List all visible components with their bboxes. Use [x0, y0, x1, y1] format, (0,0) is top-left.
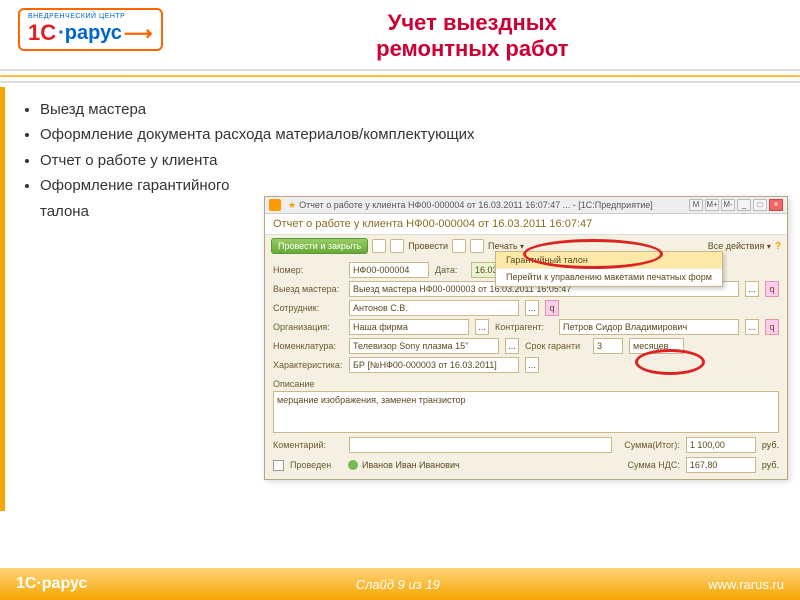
- label-warranty: Срок гаранти: [525, 341, 587, 351]
- window-titlebar: ★ Отчет о работе у клиента НФ00-000004 о…: [265, 197, 787, 214]
- window-title: Отчет о работе у клиента НФ00-000004 от …: [299, 200, 689, 210]
- help-icon[interactable]: ?: [775, 241, 781, 252]
- description-textarea[interactable]: мерцание изображения, заменен транзистор: [273, 391, 779, 433]
- label-trip: Выезд мастера:: [273, 284, 343, 294]
- vat-field: 167,80: [686, 457, 756, 473]
- app-icon: [269, 199, 281, 211]
- footer-logo: 1С·рарус: [16, 575, 87, 593]
- label-char: Характеристика:: [273, 360, 343, 370]
- slide-footer: 1С·рарус Слайд 9 из 19 www.rarus.ru: [0, 568, 800, 600]
- maximize-icon[interactable]: □: [753, 199, 767, 211]
- accent-bar: [0, 87, 5, 511]
- label-number: Номер:: [273, 265, 343, 275]
- nomen-field[interactable]: Телевизор Sony плазма 15'': [349, 338, 499, 354]
- tool-icon[interactable]: [452, 239, 466, 253]
- slide-number: Слайд 9 из 19: [87, 577, 708, 592]
- label-employee: Сотрудник:: [273, 303, 343, 313]
- tool-icon[interactable]: [470, 239, 484, 253]
- label-nomen: Номенклатура:: [273, 341, 343, 351]
- logo-1c: 1С: [28, 20, 56, 46]
- doc-icon[interactable]: [390, 239, 404, 253]
- sum-field: 1 100,00: [686, 437, 756, 453]
- label-comment: Коментарий:: [273, 440, 343, 450]
- currency-label: руб.: [762, 440, 779, 450]
- menu-item-templates[interactable]: Перейти к управлению макетами печатных ф…: [496, 269, 722, 286]
- toolbar: Провести и закрыть Провести Печать ▾ Все…: [265, 235, 787, 257]
- print-dropdown: Гарантийный талон Перейти к управлению м…: [495, 251, 723, 287]
- chevron-down-icon: ▾: [520, 242, 524, 251]
- logo-rarus: ·рарус: [58, 22, 122, 45]
- label-vat: Сумма НДС:: [618, 460, 680, 470]
- org-field[interactable]: Наша фирма: [349, 319, 469, 335]
- list-item: Отчет о работе у клиента: [40, 148, 475, 174]
- lookup-button[interactable]: ...: [745, 319, 759, 335]
- slide-header: ВНЕДРЕНЧЕСКИЙ ЦЕНТР 1С ·рарус ⟶ Учет вые…: [0, 0, 800, 63]
- window-btn[interactable]: M: [689, 199, 703, 211]
- contragent-field[interactable]: Петров Сидор Владимирович: [559, 319, 739, 335]
- label-date: Дата:: [435, 265, 465, 275]
- swoosh-icon: ⟶: [124, 21, 153, 46]
- slide-title: Учет выездных ремонтных работ: [163, 10, 782, 63]
- lookup-button[interactable]: ...: [525, 300, 539, 316]
- footer-url: www.rarus.ru: [708, 577, 784, 592]
- list-item: Оформление документа расхода материалов/…: [40, 122, 475, 148]
- conduct-button[interactable]: Провести: [408, 241, 448, 251]
- logo: ВНЕДРЕНЧЕСКИЙ ЦЕНТР 1С ·рарус ⟶: [18, 8, 163, 51]
- close-icon[interactable]: ×: [769, 199, 783, 211]
- list-item: Выезд мастера: [40, 97, 475, 123]
- minimize-icon[interactable]: _: [737, 199, 751, 211]
- currency-label: руб.: [762, 460, 779, 470]
- warranty-num-field[interactable]: 3: [593, 338, 623, 354]
- label-held: Проведен: [290, 460, 342, 470]
- form-body: Номер: НФ00-000004 Дата: 16.03.2011 16:0…: [265, 257, 787, 479]
- list-item: Оформление гарантийного талона: [40, 173, 260, 224]
- held-checkbox[interactable]: [273, 460, 284, 471]
- lookup-button[interactable]: ...: [745, 281, 759, 297]
- number-field[interactable]: НФ00-000004: [349, 262, 429, 278]
- select-button[interactable]: q: [765, 281, 779, 297]
- logo-toptext: ВНЕДРЕНЧЕСКИЙ ЦЕНТР: [28, 13, 153, 20]
- warranty-unit-field[interactable]: месяцев: [629, 338, 684, 354]
- document-title: Отчет о работе у клиента НФ00-000004 от …: [265, 214, 787, 235]
- app-window: ★ Отчет о работе у клиента НФ00-000004 о…: [264, 196, 788, 480]
- char-field[interactable]: БР [№НФ00-000003 от 16.03.2011]: [349, 357, 519, 373]
- label-description: Описание: [273, 379, 343, 389]
- lookup-button[interactable]: ...: [505, 338, 519, 354]
- print-button[interactable]: Печать ▾: [488, 241, 524, 251]
- user-name: Иванов Иван Иванович: [362, 460, 460, 470]
- employee-field[interactable]: Антонов С.В.: [349, 300, 519, 316]
- user-icon: [348, 460, 358, 470]
- window-btn[interactable]: M-: [721, 199, 735, 211]
- label-contragent: Контрагент:: [495, 322, 553, 332]
- all-actions-button[interactable]: Все действия ▾: [708, 241, 771, 251]
- select-button[interactable]: q: [545, 300, 559, 316]
- submit-button[interactable]: Провести и закрыть: [271, 238, 368, 254]
- star-icon[interactable]: ★: [288, 200, 296, 211]
- comment-field[interactable]: [349, 437, 612, 453]
- separator: [0, 69, 800, 83]
- select-button[interactable]: q: [765, 319, 779, 335]
- menu-item-warranty[interactable]: Гарантийный талон: [496, 252, 722, 269]
- lookup-button[interactable]: ...: [525, 357, 539, 373]
- save-icon[interactable]: [372, 239, 386, 253]
- window-btn[interactable]: M+: [705, 199, 719, 211]
- label-sum: Сумма(Итог):: [618, 440, 680, 450]
- lookup-button[interactable]: ...: [475, 319, 489, 335]
- label-org: Организация:: [273, 322, 343, 332]
